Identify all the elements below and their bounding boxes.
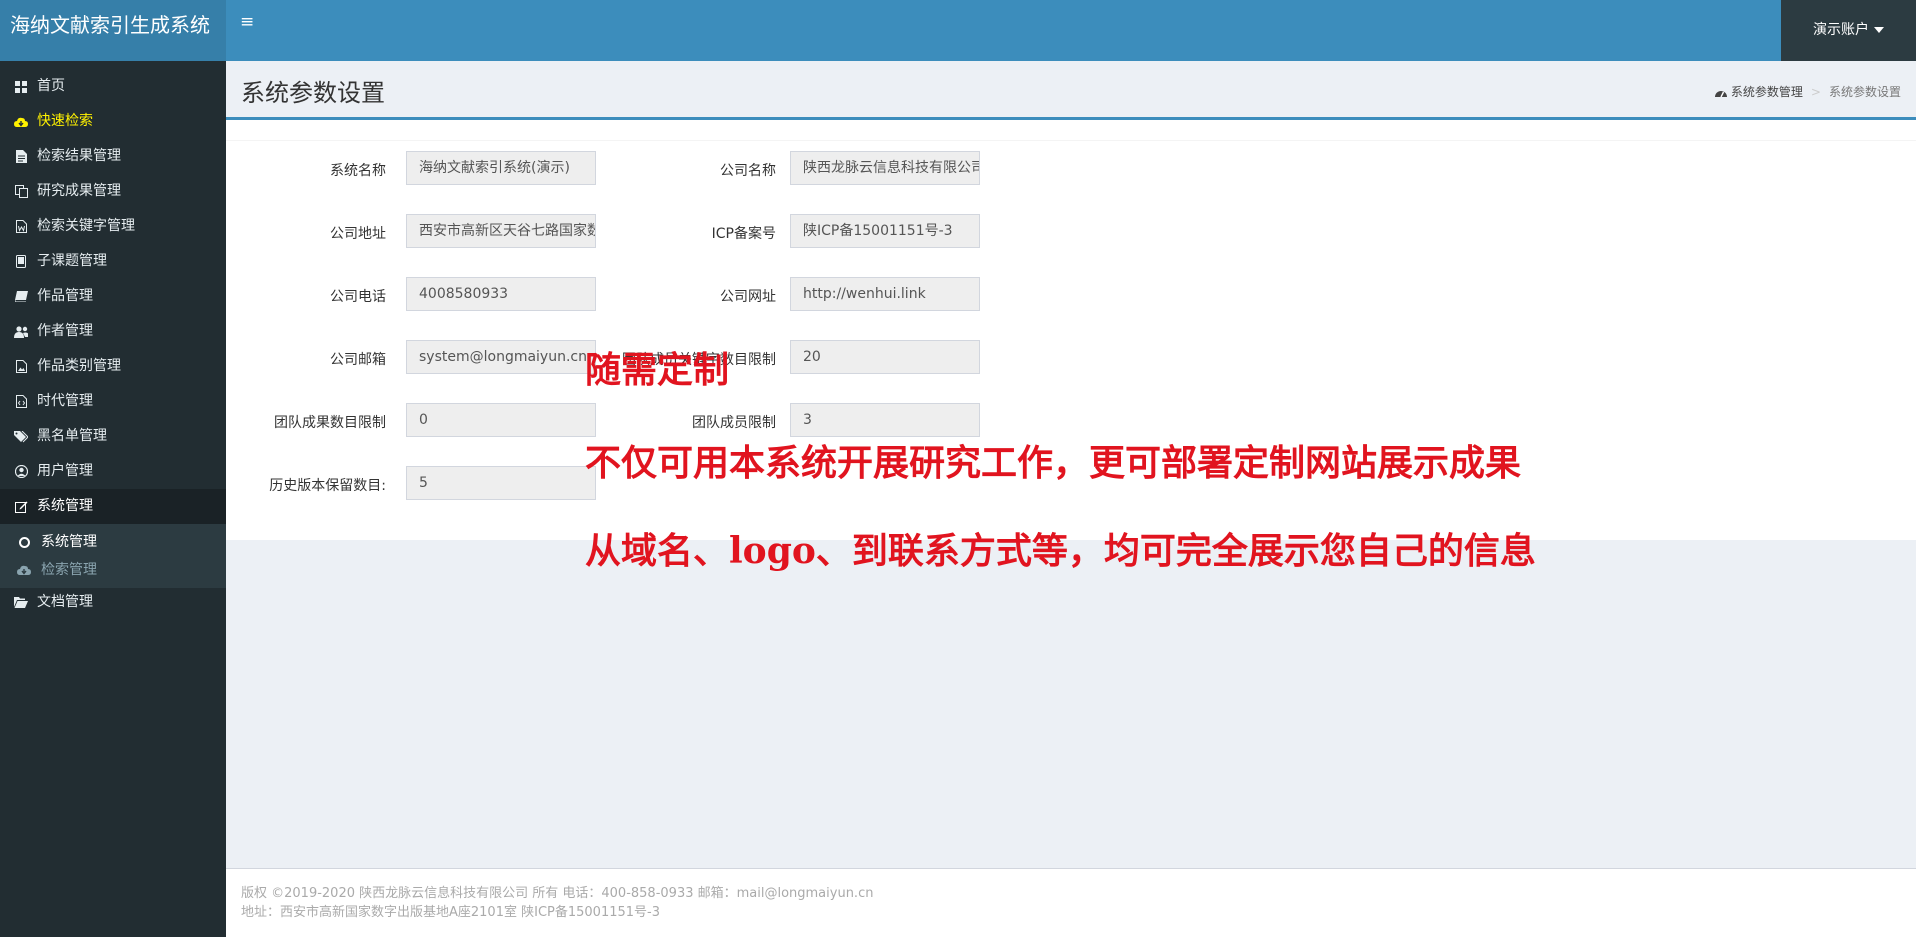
- sidebar-item-quick-search[interactable]: 快速检索: [0, 104, 226, 139]
- company-website-input[interactable]: http://wenhui.link: [790, 277, 980, 311]
- field-label: ICP备案号: [711, 226, 776, 242]
- field-label: 团队成果数目限制: [274, 415, 386, 431]
- sidebar-item-label: 用户管理: [37, 463, 93, 479]
- field-label: 公司电话: [330, 289, 386, 305]
- promo-line-2: 从域名、logo、到联系方式等，均可完全展示您自己的信息: [585, 530, 1536, 572]
- sidebar-item-blacklist[interactable]: 黑名单管理: [0, 419, 226, 454]
- sidebar-item-label: 检索结果管理: [37, 148, 121, 164]
- field-label: 公司名称: [720, 163, 776, 179]
- submenu-item-label: 系统管理: [41, 534, 97, 550]
- circle-icon: [17, 535, 31, 549]
- sidebar-item-categories[interactable]: 作品类别管理: [0, 349, 226, 384]
- app-title[interactable]: 海纳文献索引生成系统: [0, 0, 226, 61]
- sidebar-item-label: 时代管理: [37, 393, 93, 409]
- sidebar-item-subtopics[interactable]: 子课题管理: [0, 244, 226, 279]
- tags-icon: [14, 430, 28, 444]
- field-label: 公司邮箱: [330, 352, 386, 368]
- submenu-item-label: 检索管理: [41, 562, 97, 578]
- field-label: 系统名称: [330, 163, 386, 179]
- top-header: 海纳文献索引生成系统 ≡ 演示账户: [0, 0, 1916, 61]
- sidebar-item-label: 首页: [37, 78, 65, 94]
- sidebar-item-label: 快速检索: [37, 113, 93, 129]
- sidebar-item-label: 作品类别管理: [37, 358, 121, 374]
- sidebar-item-system[interactable]: 系统管理: [0, 489, 226, 524]
- submenu-item-search[interactable]: 检索管理: [0, 556, 226, 584]
- breadcrumb-current: 系统参数设置: [1828, 85, 1901, 99]
- field-label: 团队成员限制: [692, 415, 776, 431]
- icp-number-input[interactable]: 陕ICP备15001151号-3: [790, 214, 980, 248]
- sidebar-item-label: 研究成果管理: [37, 183, 121, 199]
- sidebar-item-label: 系统管理: [37, 498, 93, 514]
- sidebar-item-label: 文档管理: [37, 594, 93, 610]
- sidebar-item-label: 作品管理: [37, 288, 93, 304]
- submenu-item-system[interactable]: 系统管理: [0, 528, 226, 556]
- system-submenu: 系统管理 检索管理: [0, 524, 226, 588]
- cloud-download-icon: [14, 115, 28, 129]
- book-icon: [14, 290, 28, 304]
- breadcrumb-separator: >: [1810, 84, 1821, 99]
- sidebar-item-eras[interactable]: 时代管理: [0, 384, 226, 419]
- dashboard-icon: [14, 80, 28, 94]
- company-name-input[interactable]: 陕西龙脉云信息科技有限公司: [790, 151, 980, 185]
- sidebar-item-label: 作者管理: [37, 323, 93, 339]
- breadcrumb: 系统参数管理 > 系统参数设置: [1714, 83, 1901, 100]
- sidebar-item-keywords[interactable]: 检索关键字管理: [0, 209, 226, 244]
- box-divider: [226, 140, 1916, 141]
- file-word-icon: [14, 220, 28, 234]
- footer-address: 地址：西安市高新国家数字出版基地A座2101室 陕ICP备15001151号-3: [241, 905, 660, 920]
- cloud-download-icon: [17, 563, 31, 577]
- company-address-input[interactable]: 西安市高新区天谷七路国家数字出版基地: [406, 214, 596, 248]
- sidebar-item-label: 黑名单管理: [37, 428, 107, 444]
- field-label: 公司网址: [720, 289, 776, 305]
- tablet-icon: [14, 255, 28, 269]
- sidebar-item-works[interactable]: 作品管理: [0, 279, 226, 314]
- file-text-icon: [14, 150, 28, 164]
- member-keyword-limit-input[interactable]: 20: [790, 340, 980, 374]
- user-menu-label: 演示账户: [1813, 22, 1869, 38]
- dashboard-icon: [1714, 87, 1727, 97]
- sidebar-item-label: 检索关键字管理: [37, 218, 135, 234]
- user-circle-icon: [14, 465, 28, 479]
- breadcrumb-link[interactable]: 系统参数管理: [1731, 83, 1803, 100]
- sidebar-item-search-results[interactable]: 检索结果管理: [0, 139, 226, 174]
- sidebar-toggle-icon[interactable]: ≡: [240, 12, 254, 32]
- team-results-limit-input[interactable]: 0: [406, 403, 596, 437]
- footer: 版权 ©2019-2020 陕西龙脉云信息科技有限公司 所有 电话：400-85…: [226, 868, 1916, 937]
- users-icon: [14, 325, 28, 339]
- field-label: 历史版本保留数目:: [269, 478, 386, 494]
- promo-line-1: 不仅可用本系统开展研究工作，更可部署定制网站展示成果: [585, 442, 1522, 484]
- sidebar: 首页 快速检索 检索结果管理 研究成果管理 检索关键字管理 子课题管理 作品管理…: [0, 61, 226, 937]
- caret-down-icon: [1874, 27, 1884, 33]
- sidebar-item-authors[interactable]: 作者管理: [0, 314, 226, 349]
- promo-title: 随需定制: [585, 349, 730, 391]
- file-image-icon: [14, 360, 28, 374]
- folder-open-icon: [14, 595, 28, 609]
- user-menu-button[interactable]: 演示账户: [1781, 0, 1916, 61]
- page-title: 系统参数设置: [241, 79, 385, 107]
- edit-icon: [14, 500, 28, 514]
- sidebar-item-research[interactable]: 研究成果管理: [0, 174, 226, 209]
- content-header: 系统参数设置 系统参数管理 > 系统参数设置: [226, 61, 1916, 117]
- sidebar-item-documents[interactable]: 文档管理: [0, 588, 226, 616]
- history-versions-input[interactable]: 5: [406, 466, 596, 500]
- field-label: 公司地址: [330, 226, 386, 242]
- copy-icon: [14, 185, 28, 199]
- footer-copyright: 版权 ©2019-2020 陕西龙脉云信息科技有限公司 所有 电话：400-85…: [241, 886, 874, 901]
- sidebar-item-label: 子课题管理: [37, 253, 107, 269]
- team-members-limit-input[interactable]: 3: [790, 403, 980, 437]
- sidebar-item-home[interactable]: 首页: [0, 69, 226, 104]
- system-name-input[interactable]: 海纳文献索引系统(演示): [406, 151, 596, 185]
- file-code-icon: [14, 395, 28, 409]
- company-phone-input[interactable]: 4008580933: [406, 277, 596, 311]
- sidebar-item-users[interactable]: 用户管理: [0, 454, 226, 489]
